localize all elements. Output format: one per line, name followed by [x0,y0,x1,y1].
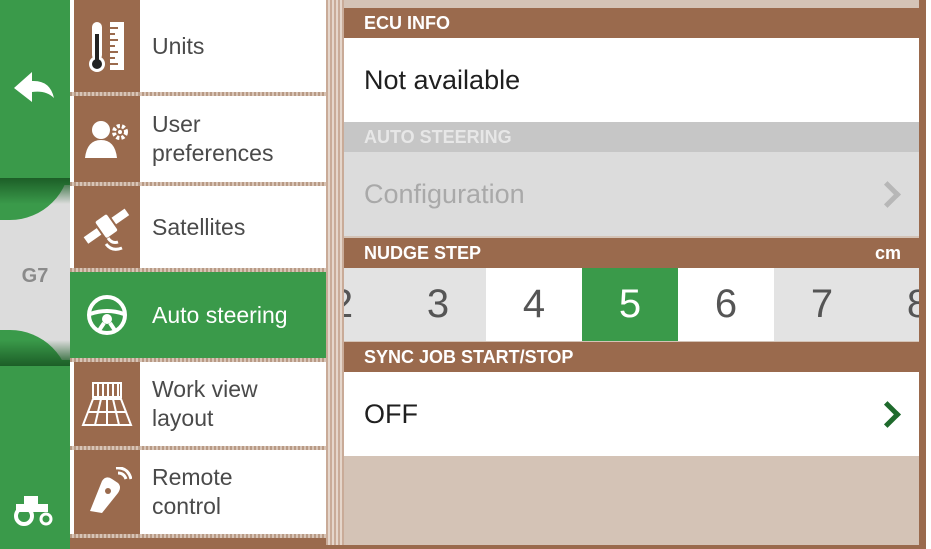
rail-shadow-top [0,178,70,204]
menu-item-label: Units [152,32,205,59]
settings-panel: ECU INFO Not available AUTO STEERING Con… [344,0,919,549]
configuration-label: Configuration [364,178,525,209]
ecu-info-row: Not available [344,38,919,122]
nudge-step-option[interactable]: 2 [344,268,390,341]
right-edge [919,0,931,549]
menu-item-units[interactable]: Units [70,0,326,92]
configuration-row[interactable]: Configuration [344,152,919,236]
nudge-step-selector[interactable]: 2 3 4 5 6 7 8 [344,268,919,341]
chevron-right-icon [874,181,901,208]
nudge-step-option[interactable]: 3 [390,268,486,341]
settings-menu: Units User preferences Satellites Auto s… [70,0,340,549]
steering-wheel-icon [87,295,127,335]
sync-job-header: SYNC JOB START/STOP [344,342,919,372]
back-arrow-icon [14,72,54,102]
nudge-unit: cm [874,243,901,263]
menu-item-auto-steering[interactable]: Auto steering [70,272,340,358]
menu-item-satellites[interactable]: Satellites [70,186,326,268]
ecu-info-header: ECU INFO [344,8,919,38]
nudge-step-option[interactable]: 8 [870,268,919,341]
satellite-icon [83,208,130,251]
nudge-step-option-selected[interactable]: 5 [582,268,678,341]
nudge-step-option[interactable]: 7 [774,268,870,341]
menu-item-label: Auto steering [152,301,288,328]
menu-item-label: Work view layout [152,376,258,431]
menu-item-label: Remote control [152,464,233,519]
section-title: NUDGE STEP [364,243,482,263]
rail-shadow-bottom [0,340,70,366]
work-view-grid-icon [81,382,133,426]
nudge-step-header: NUDGE STEP cm [344,238,919,268]
chevron-right-icon [874,401,901,428]
tractor-icon [14,496,53,526]
user-gear-icon [85,121,128,158]
section-title: AUTO STEERING [364,127,512,147]
sync-job-value: OFF [364,398,418,429]
menu-item-work-view-layout[interactable]: Work view layout [70,362,326,446]
nudge-step-option[interactable]: 4 [486,268,582,341]
menu-item-label: Satellites [152,213,246,240]
section-title: ECU INFO [364,13,451,33]
menu-divider [70,534,326,538]
brand-logo: G7 [21,265,49,287]
menu-item-remote-control[interactable]: Remote control [70,450,326,534]
ecu-info-value: Not available [364,64,521,95]
remote-control-icon [90,467,132,513]
bottom-edge [70,545,919,549]
panel-separator [326,0,344,549]
menu-item-label: User preferences [152,111,274,166]
sync-job-row[interactable]: OFF [344,372,919,456]
tractor-button[interactable] [10,490,58,526]
section-title: SYNC JOB START/STOP [364,347,574,367]
nudge-step-option[interactable]: 6 [678,268,774,341]
back-button[interactable] [10,68,58,108]
menu-item-user-preferences[interactable]: User preferences [70,96,326,182]
auto-steering-header: AUTO STEERING [344,122,919,152]
thermometer-ruler-icon [89,22,124,72]
